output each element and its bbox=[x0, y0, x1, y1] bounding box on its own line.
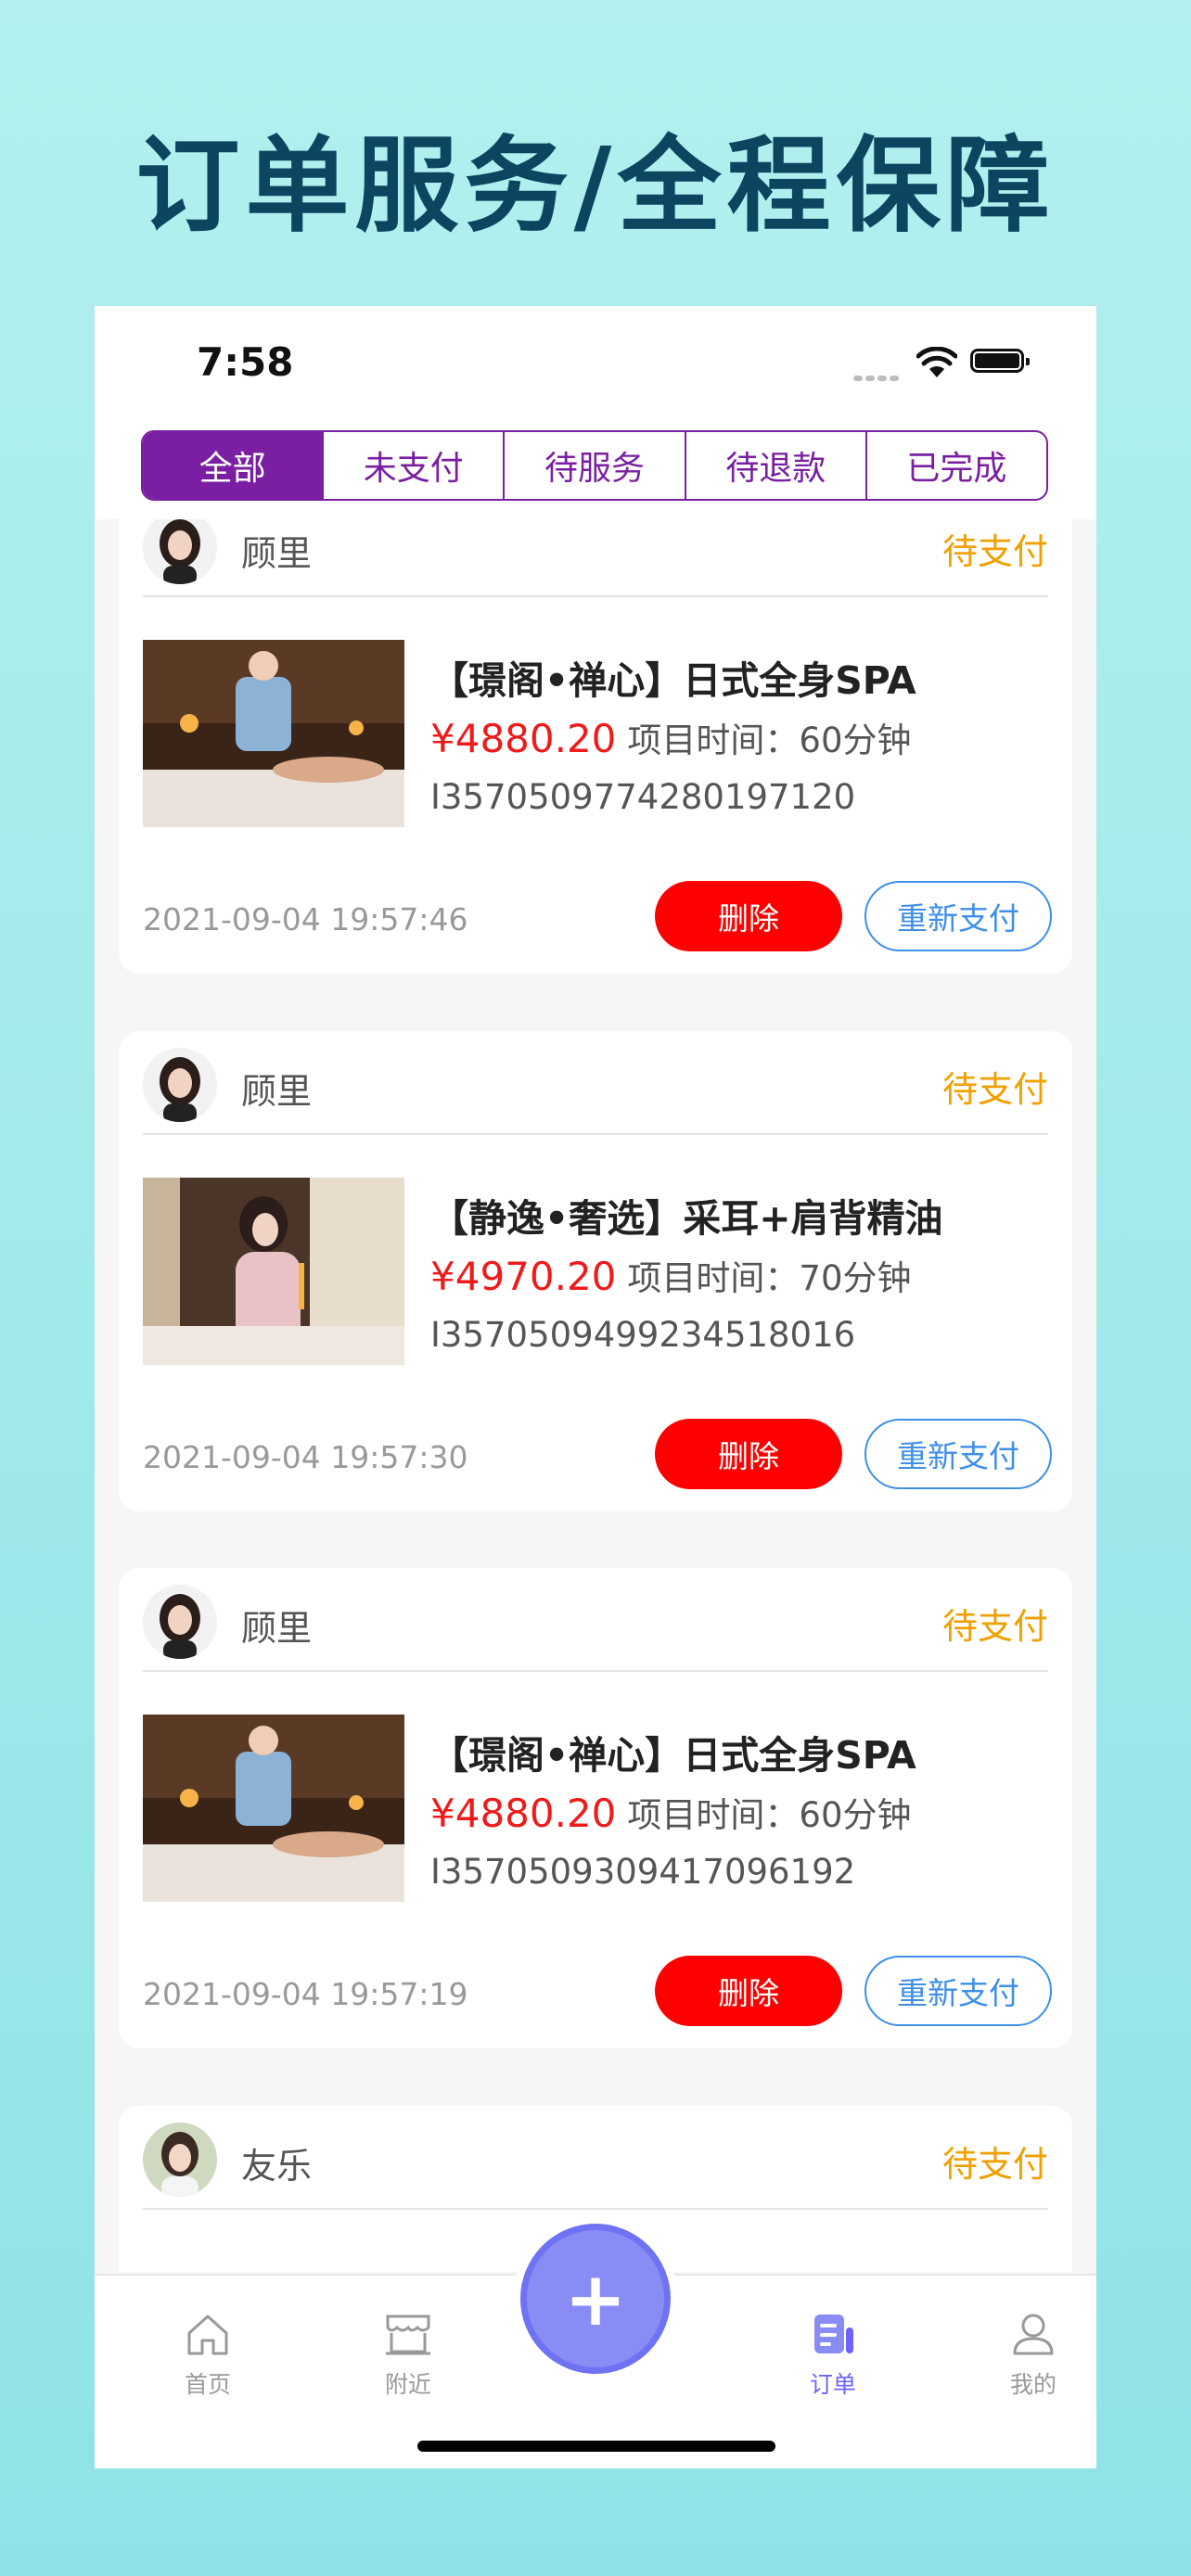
tab-nearby[interactable]: 附近 bbox=[352, 2311, 464, 2400]
price: ¥4880.20 bbox=[430, 1791, 617, 1836]
duration: 项目时间：60分钟 bbox=[627, 721, 912, 760]
delete-button[interactable]: 删除 bbox=[655, 1419, 842, 1489]
order-card[interactable]: 顾里 待支付 【璟阁•禅心】日式全身SPA ¥4880.20 项目时间：60分钟 … bbox=[119, 1568, 1072, 2048]
tab-completed[interactable]: 已完成 bbox=[864, 432, 1046, 499]
status-time: 7:58 bbox=[197, 339, 294, 385]
order-card[interactable]: 顾里 待支付 【璟阁•禅心】日式全身SPA ¥4880.20 项目时间：60分钟 … bbox=[119, 519, 1072, 974]
therapist-name: 顾里 bbox=[241, 533, 313, 574]
service-image bbox=[143, 1715, 404, 1902]
order-time: 2021-09-04 19:57:19 bbox=[143, 1976, 468, 2012]
user-icon bbox=[1013, 2314, 1054, 2355]
delete-button[interactable]: 删除 bbox=[655, 881, 842, 951]
order-time: 2021-09-04 19:57:46 bbox=[143, 901, 468, 937]
price: ¥4880.20 bbox=[430, 716, 617, 761]
status-badge: 待支付 bbox=[941, 531, 1048, 572]
order-time: 2021-09-04 19:57:30 bbox=[143, 1439, 468, 1475]
home-indicator bbox=[417, 2441, 775, 2452]
status-badge: 待支付 bbox=[941, 1069, 1048, 1110]
status-bar: 7:58 bbox=[95, 306, 1096, 427]
tab-home-label: 首页 bbox=[184, 2371, 231, 2398]
shop-icon bbox=[386, 2315, 430, 2355]
tab-nearby-label: 附近 bbox=[384, 2371, 431, 2398]
status-badge: 待支付 bbox=[941, 1606, 1048, 1647]
tab-orders[interactable]: 订单 bbox=[777, 2311, 889, 2400]
service-title: 【璟阁•禅心】日式全身SPA bbox=[430, 1733, 916, 1778]
tab-mine-label: 我的 bbox=[1009, 2371, 1057, 2398]
duration: 项目时间：60分钟 bbox=[627, 1795, 912, 1835]
order-card-header: 顾里 待支付 bbox=[143, 1568, 1048, 1672]
therapist-name: 顾里 bbox=[241, 1071, 313, 1112]
tab-unpaid[interactable]: 未支付 bbox=[322, 432, 503, 499]
tab-home[interactable]: 首页 bbox=[152, 2311, 263, 2400]
promo-title: 订单服务/全程保障 bbox=[135, 126, 1056, 247]
price-line: ¥4970.20 项目时间：70分钟 bbox=[430, 1250, 912, 1300]
order-list-icon bbox=[814, 2315, 853, 2353]
wifi-icon bbox=[916, 347, 957, 377]
repay-button[interactable]: 重新支付 bbox=[864, 1956, 1052, 2026]
tab-orders-label: 订单 bbox=[809, 2371, 856, 2398]
phone-screen: 7:58 全部 未支付 待服务 待退款 已完成 顾里 待支付 【璟阁•禅心】日式… bbox=[95, 306, 1096, 2468]
avatar bbox=[143, 1048, 217, 1122]
repay-button[interactable]: 重新支付 bbox=[864, 881, 1052, 951]
tab-pending-refund[interactable]: 待退款 bbox=[684, 432, 865, 499]
avatar bbox=[143, 1585, 217, 1659]
therapist-name: 顾里 bbox=[241, 1608, 313, 1649]
repay-button[interactable]: 重新支付 bbox=[864, 1419, 1052, 1489]
plus-icon: + bbox=[520, 2224, 671, 2374]
service-title: 【静逸•奢选】采耳+肩背精油 bbox=[430, 1196, 943, 1241]
delete-button[interactable]: 删除 bbox=[655, 1956, 842, 2026]
service-image bbox=[143, 640, 404, 827]
status-badge: 待支付 bbox=[941, 2144, 1048, 2185]
service-image bbox=[143, 1178, 404, 1365]
tab-all[interactable]: 全部 bbox=[143, 432, 323, 499]
order-card-header: 顾里 待支付 bbox=[143, 1031, 1048, 1135]
avatar bbox=[143, 2123, 217, 2197]
price: ¥4970.20 bbox=[430, 1254, 617, 1299]
order-list: 顾里 待支付 【璟阁•禅心】日式全身SPA ¥4880.20 项目时间：60分钟 … bbox=[95, 519, 1096, 2272]
order-card-header: 友乐 待支付 bbox=[143, 2106, 1048, 2210]
add-button[interactable]: + bbox=[513, 2216, 678, 2381]
order-number: I3570509499234518016 bbox=[430, 1315, 856, 1355]
price-line: ¥4880.20 项目时间：60分钟 bbox=[430, 712, 912, 762]
duration: 项目时间：70分钟 bbox=[627, 1258, 912, 1298]
order-filter-tabs: 全部 未支付 待服务 待退款 已完成 bbox=[141, 430, 1048, 501]
battery-icon bbox=[970, 349, 1030, 373]
price-line: ¥4880.20 项目时间：60分钟 bbox=[430, 1787, 912, 1837]
avatar bbox=[143, 519, 217, 584]
tab-mine[interactable]: 我的 bbox=[978, 2311, 1089, 2400]
home-icon bbox=[187, 2315, 228, 2355]
service-title: 【璟阁•禅心】日式全身SPA bbox=[430, 658, 916, 703]
order-number: I3570509309417096192 bbox=[430, 1852, 856, 1892]
order-card[interactable]: 顾里 待支付 【静逸•奢选】采耳+肩背精油 ¥4970.20 项目时间：70分钟 … bbox=[119, 1031, 1072, 1511]
order-card-header: 顾里 待支付 bbox=[143, 519, 1048, 597]
tab-pending-service[interactable]: 待服务 bbox=[503, 432, 684, 499]
order-number: I3570509774280197120 bbox=[430, 777, 856, 817]
signal-icon bbox=[853, 367, 902, 385]
therapist-name: 友乐 bbox=[241, 2146, 313, 2187]
